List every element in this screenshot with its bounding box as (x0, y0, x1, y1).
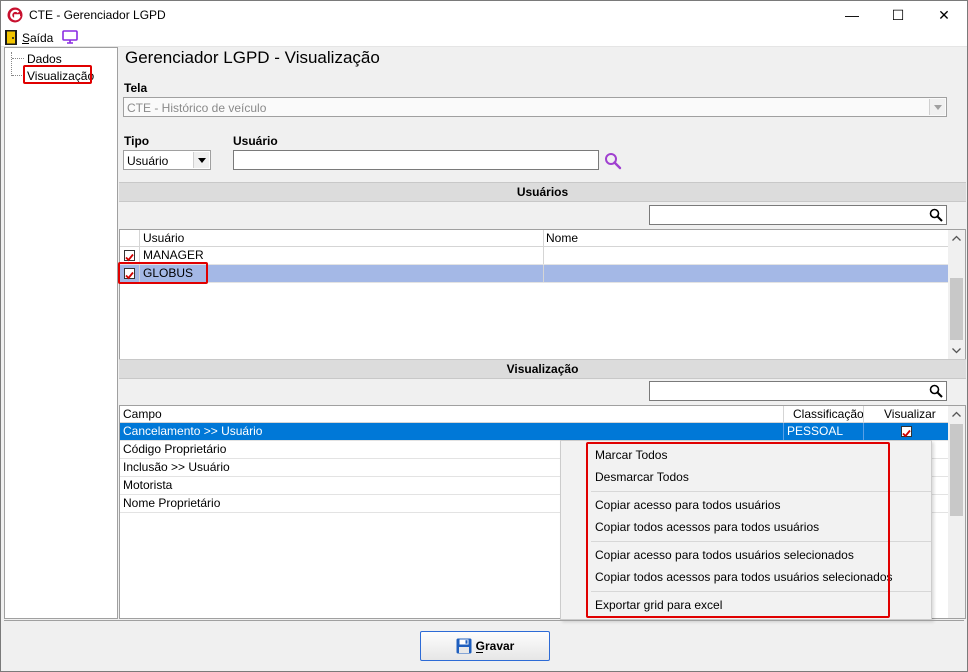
title-bar: CTE - Gerenciador LGPD — ☐ ✕ (1, 1, 967, 29)
cell-campo: Código Proprietário (123, 442, 227, 456)
exit-icon[interactable] (5, 30, 17, 45)
highlight-annotation (586, 442, 890, 618)
cell-campo: Motorista (123, 478, 173, 492)
window-title: CTE - Gerenciador LGPD (29, 8, 166, 22)
visualizacao-scrollbar[interactable] (948, 406, 965, 618)
table-row-selected[interactable]: GLOBUS (120, 265, 949, 283)
column-header-visualizar[interactable]: Visualizar (881, 406, 936, 424)
checkbox-checked-icon[interactable] (901, 426, 912, 438)
tree-branch (12, 58, 24, 59)
search-icon[interactable] (929, 384, 943, 398)
visualizacao-section-header: Visualização (119, 359, 966, 379)
dropdown-arrow-icon (929, 99, 945, 115)
usuarios-search-input[interactable] (649, 205, 947, 225)
main-window: CTE - Gerenciador LGPD — ☐ ✕ Saída Dados… (0, 0, 968, 672)
menu-bar: Saída (1, 29, 967, 47)
highlight-annotation (118, 262, 208, 284)
column-header-campo[interactable]: Campo (120, 406, 162, 424)
tela-select[interactable]: CTE - Histórico de veículo (123, 97, 947, 117)
cell-nome (543, 247, 546, 265)
scroll-thumb[interactable] (950, 424, 963, 516)
scroll-up-icon[interactable] (952, 235, 961, 241)
usuarios-grid: Usuário Nome MANAGER GLOBUS (119, 229, 966, 361)
save-disk-icon (456, 638, 472, 654)
usuarios-scrollbar[interactable] (948, 230, 965, 360)
visualizacao-grid-header: Campo Classificação Visualizar (120, 406, 949, 423)
bottom-separator (4, 620, 964, 621)
scroll-down-icon[interactable] (952, 348, 961, 354)
gravar-underline (476, 652, 483, 653)
close-icon: ✕ (938, 6, 950, 23)
app-logo-icon (7, 7, 23, 23)
cell-nome (543, 265, 546, 283)
table-row[interactable]: MANAGER (120, 247, 949, 265)
scroll-thumb[interactable] (950, 278, 963, 340)
minimize-icon: — (845, 7, 859, 23)
cell-campo: Cancelamento >> Usuário (123, 424, 263, 438)
table-row-selected[interactable]: Cancelamento >> Usuário PESSOAL (120, 423, 949, 441)
tipo-value: Usuário (127, 154, 169, 168)
search-icon[interactable] (929, 208, 943, 222)
cell-campo: Inclusão >> Usuário (123, 460, 230, 474)
tela-value: CTE - Histórico de veículo (127, 101, 267, 115)
close-button[interactable]: ✕ (921, 1, 967, 29)
save-button-label: Gravar (475, 639, 515, 653)
navigation-tree: Dados Visualização (4, 47, 118, 619)
maximize-button[interactable]: ☐ (875, 1, 921, 29)
page-title: Gerenciador LGPD - Visualização (125, 48, 380, 67)
checkbox-checked-icon[interactable] (124, 250, 135, 262)
tela-label: Tela (124, 81, 148, 95)
save-button[interactable]: Gravar (420, 631, 550, 661)
scroll-up-icon[interactable] (952, 411, 961, 417)
menu-saida-underline (22, 43, 29, 44)
tree-line (11, 52, 12, 76)
usuarios-grid-header: Usuário Nome (120, 230, 949, 247)
dropdown-arrow-icon (193, 152, 209, 168)
minimize-button[interactable]: — (829, 1, 875, 29)
search-icon[interactable] (604, 152, 622, 170)
column-header-nome[interactable]: Nome (543, 230, 578, 248)
maximize-icon: ☐ (891, 6, 905, 23)
usuarios-section-header: Usuários (119, 182, 966, 202)
monitor-icon[interactable] (62, 30, 78, 44)
usuario-label: Usuário (233, 134, 278, 148)
column-header-usuario[interactable]: Usuário (140, 230, 184, 248)
cell-classificacao: PESSOAL (787, 424, 844, 438)
tipo-label: Tipo (124, 134, 150, 148)
visualizacao-search-input[interactable] (649, 381, 947, 401)
tree-item-dados[interactable]: Dados (27, 52, 62, 66)
highlight-annotation (23, 65, 92, 84)
tipo-select[interactable]: Usuário (123, 150, 211, 170)
column-header-classificacao[interactable]: Classificação (790, 406, 864, 424)
cell-campo: Nome Proprietário (123, 496, 221, 510)
usuario-input[interactable] (233, 150, 599, 170)
